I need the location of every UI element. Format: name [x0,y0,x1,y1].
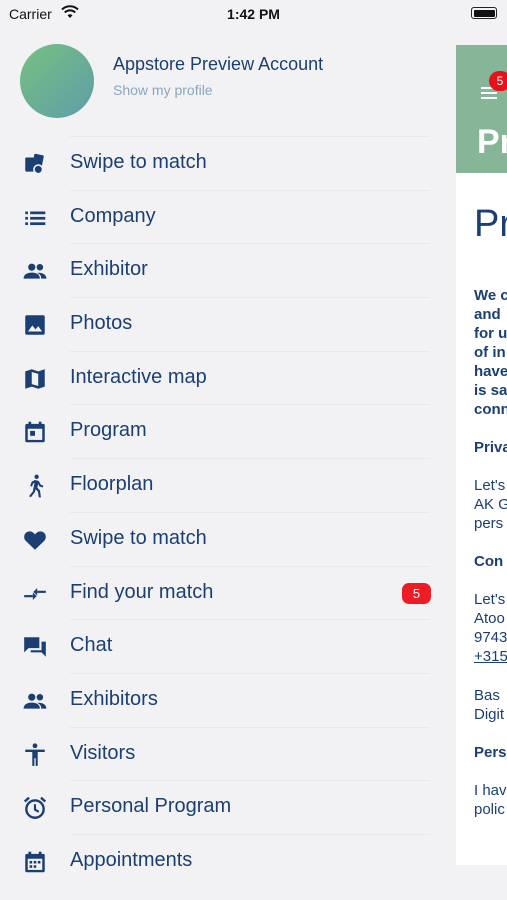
text-line: 9743 [474,629,507,646]
text-line: for u [474,325,507,342]
menu-label: Visitors [70,741,136,764]
menu-item-find-your-match[interactable]: Find your match 5 [0,567,456,621]
avatar[interactable] [20,44,94,118]
menu-item-visitors[interactable]: Visitors [0,728,456,782]
show-profile-link[interactable]: Show my profile [113,82,213,98]
menu-item-program[interactable]: Program [0,405,456,460]
peek-heading: Con [474,553,504,570]
peek-paragraph: I hav polic [474,781,507,819]
alarm-icon [22,795,48,821]
menu-item-floorplan[interactable]: Floorplan [0,459,456,513]
menu-label: Photos [70,312,133,335]
text-line: is sa [474,382,507,399]
menu-item-chat[interactable]: Chat [0,620,456,674]
compare-arrows-icon [22,581,48,607]
swipe-cards-icon [22,151,48,177]
menu-item-swipe-to-match-heart[interactable]: Swipe to match [0,513,456,567]
menu-label: Company [70,204,156,227]
menu-label: Swipe to match [70,526,207,549]
chat-icon [22,634,48,660]
menu-item-swipe-to-match[interactable]: Swipe to match [0,137,456,191]
walking-person-icon [22,473,48,499]
menu-label: Program [70,419,147,442]
notification-badge: 5 [489,71,507,91]
menu-label: Exhibitors [70,687,158,710]
text-line: polic [474,801,505,818]
profile-name: Appstore Preview Account [113,54,324,74]
text-line: Bas [474,687,500,704]
peek-paragraph: Let's AK G pers [474,476,507,533]
calendar-grid-icon [22,849,48,875]
peek-page-title: Pr [474,203,507,245]
phone-link[interactable]: +315 [474,647,507,666]
menu-label: Chat [70,634,113,657]
accessibility-icon [22,742,48,768]
text-line: pers [474,515,504,532]
text-line: and [474,306,501,323]
background-screen-peek[interactable]: 5 Pr Pr We c and for u of in have is sa … [456,45,507,865]
menu-label: Exhibitor [70,258,148,281]
match-count-badge: 5 [402,582,431,604]
text-line: We c [474,287,507,304]
menu-label: Personal Program [70,795,232,818]
text-line: conn [474,401,507,418]
people-icon [22,258,48,284]
peek-paragraph: Bas Digit [474,686,507,724]
status-bar: Carrier 1:42 PM [0,0,507,30]
menu-label: Appointments [70,848,193,871]
battery-icon [471,7,497,19]
text-line: Digit [474,706,505,723]
people-icon [22,688,48,714]
map-icon [22,366,48,392]
menu-item-interactive-map[interactable]: Interactive map [0,352,456,406]
navigation-drawer: Appstore Preview Account Show my profile… [0,30,456,900]
peek-body: Pr We c and for u of in have is sa conn … [474,203,507,839]
text-line: AK G [474,496,507,513]
text-line: have [474,363,507,380]
peek-heading: Priva [474,439,507,456]
menu-item-photos[interactable]: Photos [0,298,456,352]
photo-icon [22,312,48,338]
peek-header-title: Pr [477,123,507,161]
profile-header[interactable]: Appstore Preview Account Show my profile [0,30,456,137]
menu-item-exhibitor[interactable]: Exhibitor [0,244,456,299]
peek-header: 5 Pr [456,45,507,173]
menu-item-exhibitors[interactable]: Exhibitors [0,674,456,728]
menu-item-company[interactable]: Company [0,191,456,245]
drawer-menu: Swipe to match Company Exhibitor Photos [0,137,456,889]
menu-item-personal-program[interactable]: Personal Program [0,781,456,835]
heart-icon [22,527,48,553]
text-line: I hav [474,782,507,799]
peek-heading: Pers [474,744,507,761]
menu-item-appointments[interactable]: Appointments [0,835,456,889]
menu-label: Floorplan [70,473,154,496]
clock: 1:42 PM [227,6,280,22]
text-line: Atoo [474,610,505,627]
text-line: of in [474,344,506,361]
text-line: Let's [474,477,506,494]
menu-label: Interactive map [70,365,207,388]
peek-paragraph: Let's Atoo 9743 +315 [474,590,507,666]
calendar-icon [22,419,48,445]
menu-label: Swipe to match [70,151,207,173]
peek-intro-text: We c and for u of in have is sa conn [474,286,507,419]
list-icon [22,205,48,231]
text-line: Let's [474,591,506,608]
menu-label: Find your match [70,580,214,603]
